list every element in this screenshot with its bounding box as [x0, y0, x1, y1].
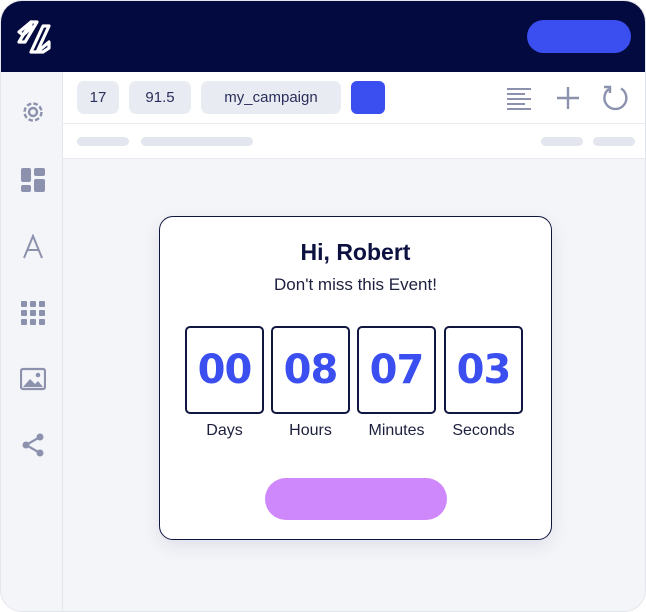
days-value: 00 — [185, 326, 264, 414]
placeholder-pill — [593, 137, 635, 146]
refresh-icon[interactable] — [601, 84, 629, 112]
placeholder-pill — [77, 137, 129, 146]
size-chip[interactable]: 17 — [77, 81, 119, 114]
countdown-hours: 08 Hours — [271, 326, 350, 440]
app-frame: 17 91.5 my_campaign Hi, Robert Don't mis… — [0, 0, 646, 612]
top-primary-button[interactable] — [527, 20, 631, 53]
event-cta-button[interactable] — [265, 478, 447, 520]
gear-icon[interactable] — [20, 99, 46, 125]
placeholder-pill — [141, 137, 253, 146]
greeting-title: Hi, Robert — [300, 239, 411, 265]
grid-icon[interactable] — [20, 300, 46, 326]
sub-toolbar — [63, 124, 645, 159]
logo-icon — [17, 20, 51, 54]
event-subtitle: Don't miss this Event! — [274, 275, 437, 294]
image-icon[interactable] — [20, 366, 46, 392]
share-icon[interactable] — [20, 432, 46, 458]
layout-icon[interactable] — [20, 167, 46, 193]
align-left-icon[interactable] — [505, 84, 533, 112]
minutes-value: 07 — [357, 326, 436, 414]
color-swatch[interactable] — [351, 81, 385, 114]
minutes-label: Minutes — [368, 422, 425, 439]
toolbar: 17 91.5 my_campaign — [63, 72, 645, 124]
value-chip[interactable]: 91.5 — [129, 81, 191, 114]
placeholder-pill — [541, 137, 583, 146]
sidebar — [1, 72, 63, 611]
plus-icon[interactable] — [554, 84, 582, 112]
days-label: Days — [206, 422, 243, 439]
countdown-seconds: 03 Seconds — [444, 326, 523, 440]
countdown-minutes: 07 Minutes — [357, 326, 436, 440]
campaign-chip[interactable]: my_campaign — [201, 81, 341, 114]
seconds-value: 03 — [444, 326, 523, 414]
seconds-label: Seconds — [452, 422, 515, 439]
hours-value: 08 — [271, 326, 350, 414]
text-icon[interactable] — [20, 234, 46, 260]
countdown-days: 00 Days — [185, 326, 264, 440]
hours-label: Hours — [289, 422, 332, 439]
countdown-card: Hi, Robert Don't miss this Event! 00 Day… — [159, 216, 552, 540]
top-bar — [1, 1, 645, 72]
